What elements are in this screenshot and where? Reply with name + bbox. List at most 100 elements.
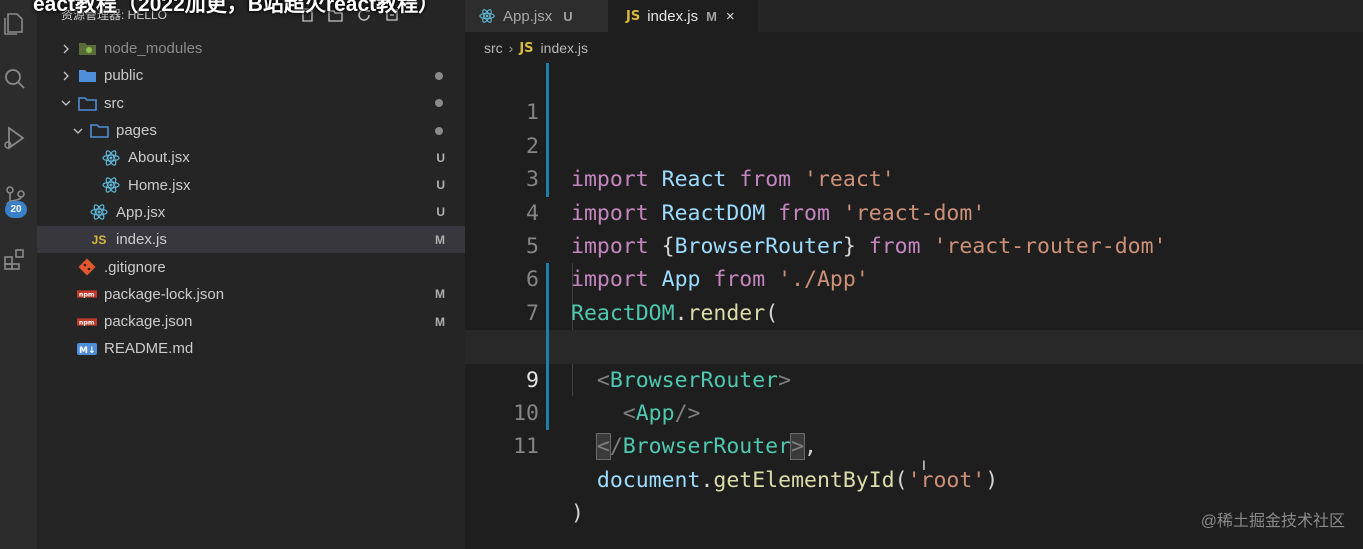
code-line: 2 import ReactDOM from 'react-dom' bbox=[465, 96, 1363, 226]
code-line: 6 ReactDOM.render( bbox=[465, 230, 1363, 325]
tree-item-label: pages bbox=[116, 122, 157, 140]
folder-open-icon bbox=[77, 94, 97, 112]
breadcrumb-folder[interactable]: src bbox=[484, 40, 503, 56]
tree-item-label: src bbox=[104, 94, 124, 112]
tree-item-label: public bbox=[104, 67, 144, 85]
extensions-icon[interactable] bbox=[0, 244, 30, 274]
git-status-modified: M bbox=[435, 314, 445, 329]
git-change-marker bbox=[546, 96, 549, 130]
explorer-sidebar: 资源管理器: HELLO eact教程（2022加更，B站超火react教程） … bbox=[33, 0, 465, 549]
git-icon bbox=[77, 258, 97, 276]
code-line: 11 ) bbox=[465, 396, 1363, 526]
git-status-modified: M bbox=[435, 287, 445, 302]
npm-icon: npm bbox=[77, 285, 97, 303]
editor-area: App.jsx U JS index.js M × src › JS index… bbox=[465, 0, 1363, 549]
tree-item-package-json[interactable]: npm package.json M bbox=[37, 308, 465, 335]
svg-text:M↓: M↓ bbox=[79, 346, 96, 356]
search-icon[interactable] bbox=[0, 64, 30, 94]
git-change-marker bbox=[546, 330, 549, 364]
code-line: 8 <App/> bbox=[465, 296, 1363, 426]
git-change-marker bbox=[546, 396, 549, 431]
tab-label: index.js bbox=[647, 7, 699, 25]
git-change-marker bbox=[546, 129, 549, 164]
video-title-overlay: eact教程（2022加更，B站超火react教程） bbox=[33, 0, 440, 16]
tree-item-label: node_modules bbox=[104, 40, 203, 58]
tree-item-readme-md[interactable]: M↓ README.md bbox=[37, 335, 465, 362]
text-cursor-icon: I bbox=[922, 457, 926, 473]
js-file-icon: JS bbox=[91, 232, 107, 247]
watermark: @稀土掘金技术社区 bbox=[1200, 513, 1345, 530]
code-line: 5 bbox=[465, 197, 1363, 259]
chevron-right-icon bbox=[59, 42, 73, 56]
git-status-modified: M bbox=[435, 232, 445, 247]
js-file-icon: JS bbox=[626, 8, 641, 24]
code-line: 1 import React from 'react' bbox=[465, 63, 1363, 192]
tree-item-pages[interactable]: pages bbox=[37, 117, 465, 144]
npm-icon: npm bbox=[77, 313, 97, 331]
svg-text:npm: npm bbox=[79, 292, 95, 299]
tab-index-js[interactable]: JS index.js M × bbox=[608, 0, 758, 32]
markdown-icon: M↓ bbox=[77, 340, 97, 358]
files-icon[interactable] bbox=[0, 8, 30, 38]
tree-item-label: Home.jsx bbox=[128, 176, 191, 194]
react-icon bbox=[89, 203, 109, 221]
svg-text:npm: npm bbox=[79, 319, 95, 326]
react-icon bbox=[478, 8, 496, 24]
file-tree: node_modules public src pages About.jsx bbox=[37, 35, 465, 363]
git-change-marker bbox=[546, 296, 549, 331]
git-change-marker bbox=[546, 163, 549, 197]
react-icon bbox=[101, 149, 121, 167]
tab-app-jsx[interactable]: App.jsx U bbox=[465, 0, 608, 32]
tree-item-index-js[interactable]: JS index.js M bbox=[37, 226, 465, 254]
tree-item-label: About.jsx bbox=[128, 149, 190, 167]
line-number: 11 bbox=[513, 434, 539, 460]
tree-item-package-lock-json[interactable]: npm package-lock.json M bbox=[37, 281, 465, 308]
modified-dot bbox=[435, 71, 443, 80]
code-line: 3 import {BrowserRouter} from 'react-rou… bbox=[465, 129, 1363, 259]
code-line: 7 <BrowserRouter> bbox=[465, 263, 1363, 393]
js-file-icon: JS bbox=[519, 40, 534, 56]
code-line: 4 import App from './App' bbox=[465, 163, 1363, 292]
breadcrumb-file[interactable]: index.js bbox=[541, 40, 588, 56]
tree-item-node-modules[interactable]: node_modules bbox=[37, 35, 465, 62]
react-icon bbox=[101, 176, 121, 194]
tab-git-status: U bbox=[563, 8, 573, 24]
code-line: 10 document.getElementById('root') bbox=[465, 363, 1363, 493]
folder-icon bbox=[77, 67, 97, 85]
tab-label: App.jsx bbox=[503, 7, 553, 25]
git-status-untracked: U bbox=[436, 205, 445, 220]
tree-item-label: README.md bbox=[104, 340, 194, 358]
tree-item-public[interactable]: public bbox=[37, 62, 465, 89]
git-status-untracked: U bbox=[436, 178, 445, 193]
scm-badge: 20 bbox=[5, 201, 27, 218]
run-debug-icon[interactable] bbox=[0, 123, 30, 153]
folder-open-icon bbox=[89, 122, 109, 140]
tree-item-src[interactable]: src bbox=[37, 90, 465, 117]
activity-bar: 20 bbox=[0, 0, 37, 549]
modified-dot bbox=[435, 99, 443, 108]
chevron-right-icon: › bbox=[508, 40, 514, 56]
code-editor[interactable]: 1 import React from 'react' 2 import Rea… bbox=[465, 63, 1363, 526]
tree-item-label: App.jsx bbox=[116, 203, 166, 221]
tree-item-about-jsx[interactable]: About.jsx U bbox=[37, 144, 465, 171]
tab-bar: App.jsx U JS index.js M × bbox=[465, 0, 1363, 32]
git-change-marker bbox=[546, 363, 549, 397]
chevron-right-icon bbox=[59, 69, 73, 83]
code-line-current: 9 </BrowserRouter>, bbox=[465, 330, 1363, 461]
tree-item-gitignore[interactable]: .gitignore bbox=[37, 253, 465, 280]
breadcrumb: src › JS index.js bbox=[484, 40, 588, 56]
close-icon[interactable]: × bbox=[726, 8, 735, 25]
folder-node-icon bbox=[77, 40, 97, 58]
tree-item-app-jsx[interactable]: App.jsx U bbox=[37, 199, 465, 226]
chevron-down-icon bbox=[71, 124, 85, 138]
git-change-marker bbox=[546, 263, 549, 297]
tree-item-label: index.js bbox=[116, 231, 167, 249]
chevron-down-icon bbox=[59, 96, 73, 110]
tree-item-home-jsx[interactable]: Home.jsx U bbox=[37, 171, 465, 198]
tree-item-label: .gitignore bbox=[104, 258, 166, 276]
tree-item-label: package.json bbox=[104, 313, 193, 331]
modified-dot bbox=[435, 126, 443, 135]
git-status-untracked: U bbox=[436, 150, 445, 165]
tree-item-label: package-lock.json bbox=[104, 285, 225, 303]
tab-git-status: M bbox=[706, 8, 717, 24]
